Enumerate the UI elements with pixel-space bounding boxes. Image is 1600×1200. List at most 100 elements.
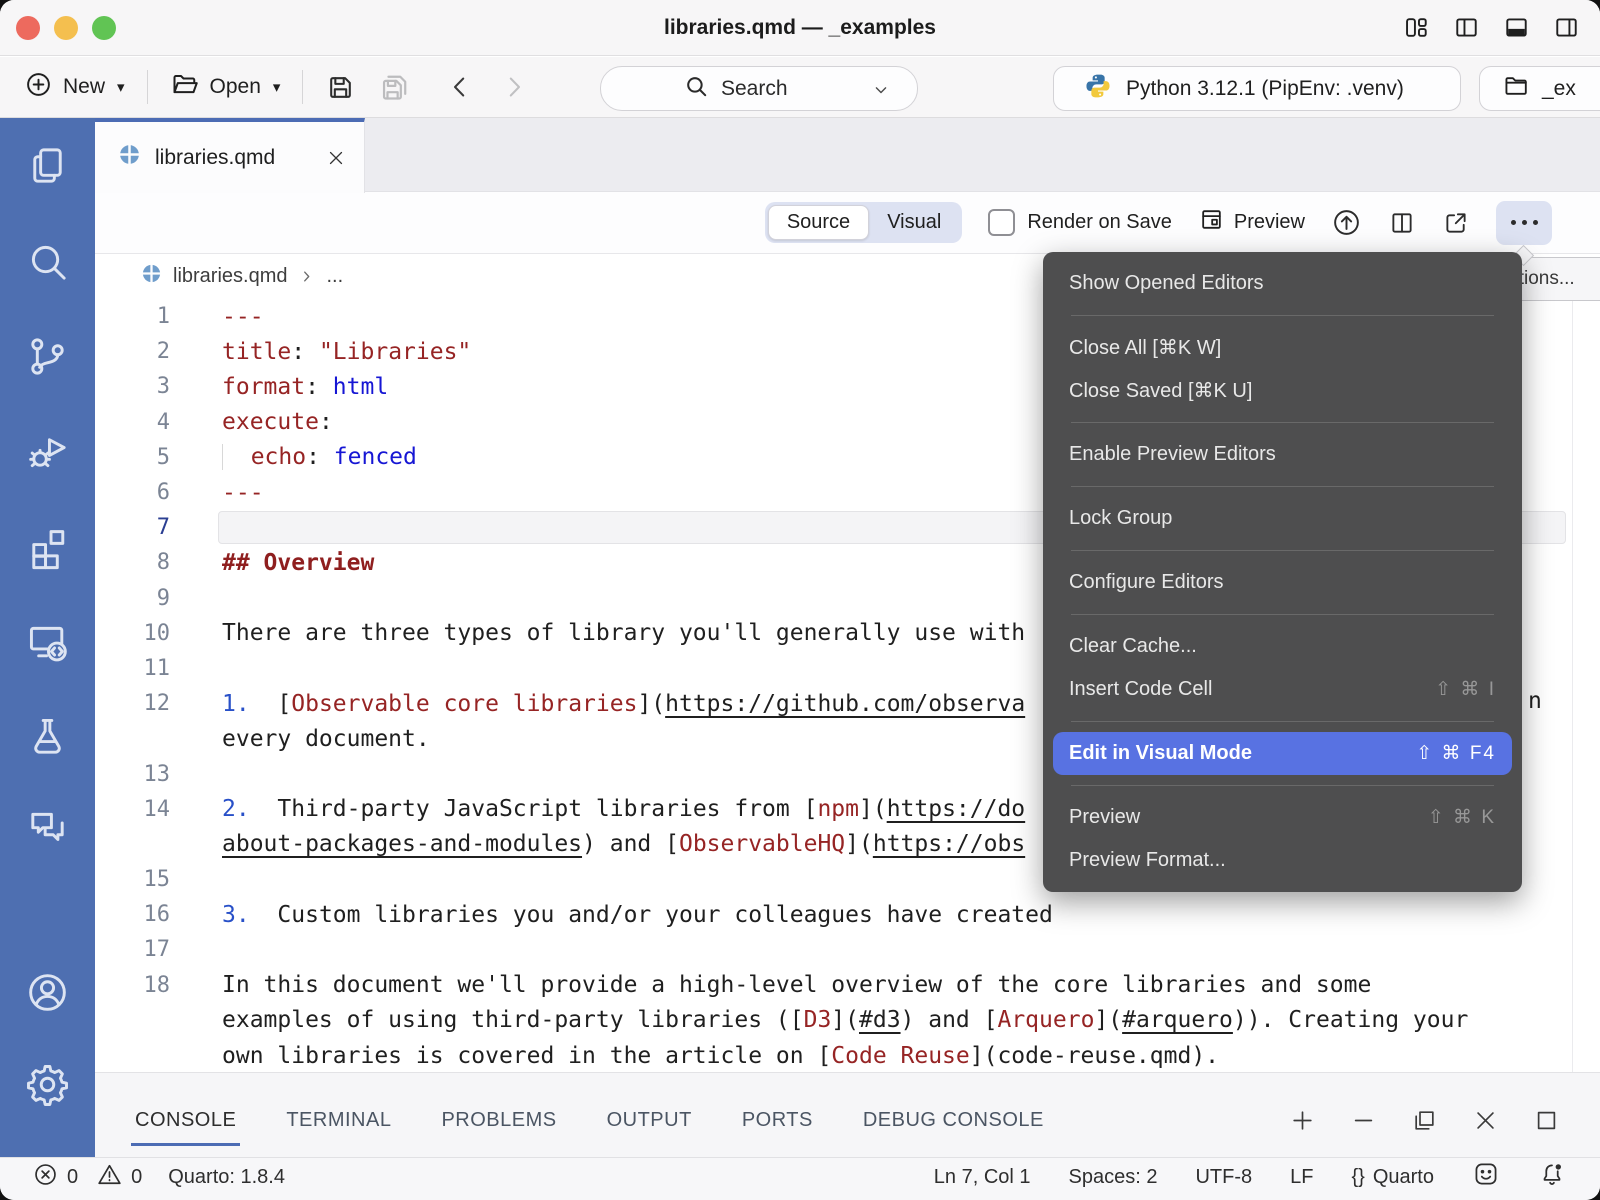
save-all-button[interactable] xyxy=(378,71,411,104)
panel-tab-debug-console[interactable]: DEBUG CONSOLE xyxy=(861,1099,1046,1142)
panel-tab-ports[interactable]: PORTS xyxy=(740,1099,815,1142)
tab-libraries-qmd[interactable]: libraries.qmd xyxy=(95,118,365,193)
line-number: 2 xyxy=(95,339,170,364)
line-number: 12 xyxy=(95,691,170,716)
window-layout-controls xyxy=(1403,14,1580,41)
line-number: 8 xyxy=(95,550,170,575)
quarto-file-icon xyxy=(117,142,142,173)
code-row[interactable]: 17 xyxy=(95,932,1600,967)
encoding-status[interactable]: UTF-8 xyxy=(1195,1166,1252,1189)
activity-bar-run-debug-icon[interactable] xyxy=(24,428,71,475)
context-menu-item[interactable]: Show Opened Editors xyxy=(1043,262,1522,305)
context-menu-item[interactable]: Preview⇧ ⌘ K xyxy=(1043,796,1522,839)
workspace-folder-button[interactable]: _ex xyxy=(1479,66,1600,111)
preview-button[interactable]: Preview xyxy=(1198,206,1305,239)
feedback-smiley-button[interactable] xyxy=(1472,1160,1500,1194)
menu-item-label: Clear Cache... xyxy=(1069,635,1197,658)
open-in-new-window-button[interactable] xyxy=(1442,209,1470,237)
restore-panel-icon[interactable] xyxy=(1411,1107,1438,1134)
context-menu-item[interactable]: Lock Group xyxy=(1043,497,1522,540)
panel-tab-console[interactable]: CONSOLE xyxy=(133,1099,238,1142)
new-button[interactable]: New ▾ xyxy=(24,70,125,105)
context-menu-item[interactable]: Enable Preview Editors xyxy=(1043,433,1522,476)
more-actions-button[interactable] xyxy=(1496,201,1552,245)
context-menu-item[interactable]: Insert Code Cell⇧ ⌘ I xyxy=(1043,668,1522,711)
tab-strip: libraries.qmd xyxy=(95,118,1600,192)
render-button[interactable] xyxy=(1331,207,1362,238)
menu-item-label: Close All [⌘K W] xyxy=(1069,335,1221,360)
panel-tab-problems[interactable]: PROBLEMS xyxy=(439,1099,558,1142)
activity-bar-account-icon[interactable] xyxy=(24,969,71,1016)
activity-bar-source-control-icon[interactable] xyxy=(24,333,71,380)
split-editor-button[interactable] xyxy=(1388,209,1416,237)
code-row[interactable]: examples of using third-party libraries … xyxy=(95,1003,1600,1038)
menu-item-label: Lock Group xyxy=(1069,507,1172,530)
activity-bar-comments-icon[interactable] xyxy=(24,805,71,852)
activity-bar-remote-explorer-icon[interactable] xyxy=(24,619,71,666)
toggle-primary-sidebar-icon[interactable] xyxy=(1453,14,1480,41)
line-number: 17 xyxy=(95,937,170,962)
navigate-forward-button[interactable] xyxy=(499,72,529,102)
code-text: 3. Custom libraries you and/or your coll… xyxy=(222,902,1053,928)
code-text: --- xyxy=(222,304,264,330)
menu-item-label: Edit in Visual Mode xyxy=(1069,742,1252,765)
context-menu-item[interactable]: Edit in Visual Mode ⇧ ⌘ F4 xyxy=(1053,732,1512,775)
notifications-bell-button[interactable] xyxy=(1538,1160,1566,1194)
line-number: 3 xyxy=(95,374,170,399)
maximize-icon[interactable] xyxy=(1533,1107,1560,1134)
status-bar: 0 0 Quarto: 1.8.4 Ln 7, Col 1 Spaces: 2 … xyxy=(0,1157,1600,1200)
toggle-panel-icon[interactable] xyxy=(1503,14,1530,41)
chevron-right-icon xyxy=(297,267,316,286)
language-mode-status[interactable]: {} Quarto xyxy=(1351,1166,1434,1189)
context-menu-item[interactable]: Close All [⌘K W] xyxy=(1043,326,1522,369)
source-mode-button[interactable]: Source xyxy=(768,205,869,240)
context-menu-item[interactable]: Preview Format... xyxy=(1043,839,1522,882)
minus-icon[interactable] xyxy=(1350,1107,1377,1134)
open-button[interactable]: Open ▾ xyxy=(170,69,281,105)
context-menu-item[interactable]: Configure Editors xyxy=(1043,561,1522,604)
close-icon[interactable] xyxy=(1472,1107,1499,1134)
panel-tab-terminal[interactable]: TERMINAL xyxy=(284,1099,393,1142)
activity-bar-extensions-icon[interactable] xyxy=(24,523,71,570)
panel-actions xyxy=(1289,1107,1560,1134)
source-visual-toggle: Source Visual xyxy=(765,202,963,243)
line-number: 10 xyxy=(95,621,170,646)
panel-tab-bar: CONSOLE TERMINAL PROBLEMS OUTPUT PORTS DEBUG … xyxy=(95,1072,1600,1157)
close-tab-icon[interactable] xyxy=(326,148,346,168)
menu-item-label: Insert Code Cell xyxy=(1069,678,1212,701)
code-row[interactable]: 163. Custom libraries you and/or your co… xyxy=(95,897,1600,932)
code-text: execute: xyxy=(222,409,333,435)
activity-bar-testing-icon[interactable] xyxy=(24,713,71,760)
titlebar: libraries.qmd — _examples xyxy=(0,0,1600,56)
code-text: 2. Third-party JavaScript libraries from… xyxy=(222,796,1025,822)
open-folder-icon xyxy=(170,69,200,105)
render-on-save-checkbox[interactable] xyxy=(988,209,1015,236)
plus-circle-icon xyxy=(24,70,53,105)
context-menu-item[interactable]: Clear Cache... xyxy=(1043,625,1522,668)
activity-bar-files-icon[interactable] xyxy=(24,144,71,191)
eol-status[interactable]: LF xyxy=(1290,1166,1313,1189)
preview-doc-icon xyxy=(1198,206,1225,239)
interpreter-selector[interactable]: Python 3.12.1 (PipEnv: .venv) xyxy=(1053,66,1461,111)
menu-separator xyxy=(1071,550,1494,551)
line-number: 5 xyxy=(95,445,170,470)
customize-layout-icon[interactable] xyxy=(1403,14,1430,41)
menu-separator xyxy=(1071,486,1494,487)
cursor-position-status[interactable]: Ln 7, Col 1 xyxy=(934,1166,1031,1189)
quarto-version-status[interactable]: Quarto: 1.8.4 xyxy=(168,1166,285,1189)
save-button[interactable] xyxy=(325,72,356,103)
plus-icon[interactable] xyxy=(1289,1107,1316,1134)
navigate-back-button[interactable] xyxy=(445,72,475,102)
panel-tab-output[interactable]: OUTPUT xyxy=(605,1099,694,1142)
context-menu-item[interactable]: Close Saved [⌘K U] xyxy=(1043,369,1522,412)
problems-status[interactable]: 0 0 xyxy=(32,1161,142,1194)
code-row[interactable]: 18In this document we'll provide a high-… xyxy=(95,968,1600,1003)
toggle-secondary-sidebar-icon[interactable] xyxy=(1553,14,1580,41)
activity-bar-search-icon[interactable] xyxy=(24,238,71,285)
visual-mode-button[interactable]: Visual xyxy=(869,205,959,240)
code-row[interactable]: own libraries is covered in the article … xyxy=(95,1038,1600,1072)
activity-bar-settings-gear-icon[interactable] xyxy=(24,1061,71,1108)
menu-item-shortcut: ⇧ ⌘ F4 xyxy=(1416,742,1496,765)
indentation-status[interactable]: Spaces: 2 xyxy=(1069,1166,1158,1189)
search-input[interactable]: Search xyxy=(600,66,918,111)
